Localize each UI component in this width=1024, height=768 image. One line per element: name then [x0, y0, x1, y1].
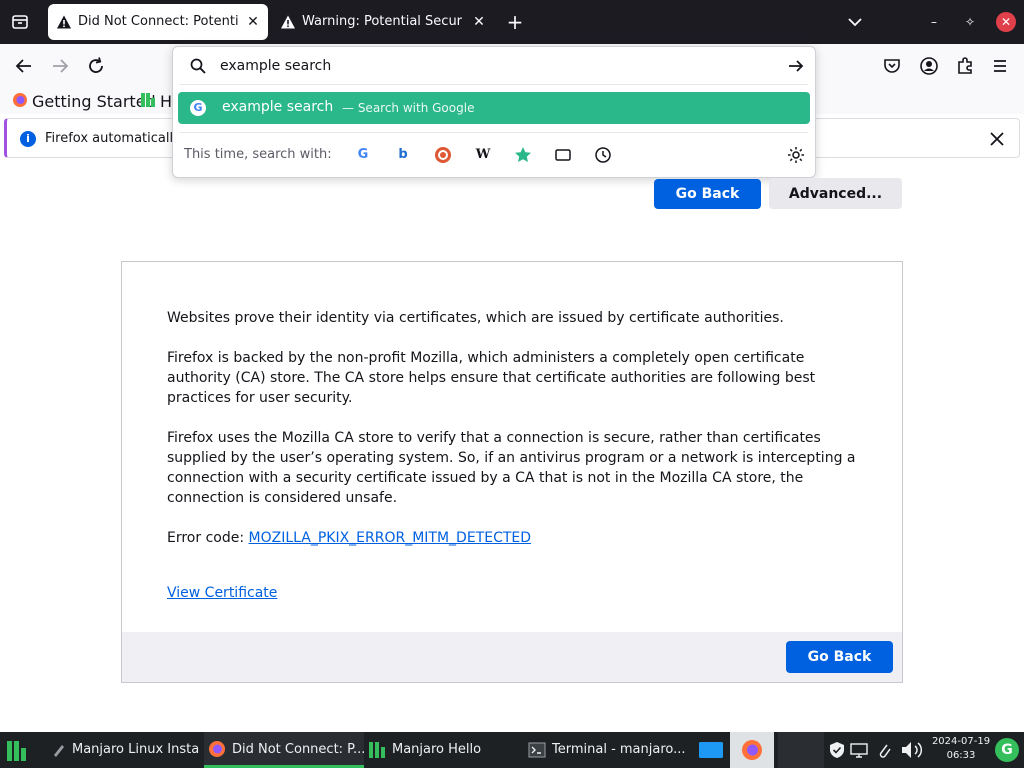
installer-icon	[54, 745, 64, 757]
taskbar-item-label: Manjaro Linux Insta...	[72, 742, 200, 757]
clock-date: 2024-07-19	[931, 736, 991, 747]
taskbar-item-installer[interactable]: Manjaro Linux Insta...	[50, 732, 200, 768]
divider	[180, 84, 808, 85]
go-arrow-icon[interactable]	[786, 56, 806, 76]
suggestion-text: example search	[222, 99, 334, 115]
manjaro-icon	[141, 93, 155, 107]
desktop-icon[interactable]	[698, 738, 724, 762]
restore-button[interactable]: ✧	[960, 12, 980, 32]
forward-arrow-icon[interactable]	[48, 54, 72, 78]
bookmark-hello[interactable]: He	[160, 92, 172, 112]
error-code-label: Error code:	[167, 530, 249, 546]
pager-firefox[interactable]	[730, 732, 774, 768]
close-window-button[interactable]: ✕	[996, 12, 1016, 32]
volume-icon[interactable]	[900, 740, 926, 760]
menu-icon[interactable]	[988, 54, 1012, 78]
account-icon[interactable]	[917, 54, 941, 78]
advanced-paragraph-3: Firefox uses the Mozilla CA store to ver…	[167, 430, 856, 506]
minimize-button[interactable]: –	[924, 12, 944, 32]
clock-time: 06:33	[946, 750, 976, 761]
warning-icon	[281, 15, 295, 29]
extensions-icon[interactable]	[953, 54, 977, 78]
clock[interactable]: 2024-07-19 06:33	[930, 735, 992, 763]
taskbar-item-label: Did Not Connect: P...	[232, 742, 364, 757]
google-icon[interactable]: G	[353, 145, 373, 165]
gear-icon[interactable]	[786, 145, 806, 165]
new-tab-button[interactable]: +	[504, 10, 526, 34]
bing-icon[interactable]: b	[393, 145, 413, 165]
pager-desktop-2[interactable]	[778, 732, 824, 768]
tab-list-icon[interactable]	[8, 10, 32, 34]
tab-close-icon[interactable]: ✕	[246, 4, 260, 40]
back-arrow-icon[interactable]	[12, 54, 36, 78]
view-certificate-link[interactable]: View Certificate	[167, 585, 277, 601]
warning-icon	[57, 15, 71, 29]
one-off-label: This time, search with:	[184, 147, 332, 162]
suggestion-action: — Search with Google	[342, 101, 475, 115]
search-icon	[190, 58, 206, 74]
tab-title: Warning: Potential Security Risk Ahead	[302, 14, 462, 29]
taskbar-item-firefox[interactable]: Did Not Connect: P...	[204, 732, 364, 768]
update-notifier-icon[interactable]: G	[995, 738, 1019, 762]
view-certificate-line: View Certificate	[167, 583, 867, 603]
error-code-link[interactable]: MOZILLA_PKIX_ERROR_MITM_DETECTED	[249, 530, 532, 546]
chevron-down-icon[interactable]	[845, 12, 865, 32]
taskbar-item-terminal[interactable]: Terminal - manjaro...	[526, 732, 686, 768]
go-back-button[interactable]: Go Back	[654, 179, 761, 209]
info-icon: i	[20, 131, 36, 147]
advanced-paragraph-2: Firefox is backed by the non-profit Mozi…	[167, 350, 816, 406]
tab-warning[interactable]: Warning: Potential Security Risk Ahead ✕	[272, 4, 494, 40]
tab-title: Did Not Connect: Potential Security Issu…	[78, 14, 238, 29]
urlbar-input[interactable]	[220, 55, 760, 77]
reload-icon[interactable]	[84, 54, 108, 78]
tabs-icon[interactable]	[553, 145, 573, 165]
close-icon[interactable]	[988, 130, 1006, 148]
bookmarks-icon[interactable]	[513, 145, 533, 165]
taskbar-item-label: Terminal - manjaro...	[552, 742, 686, 757]
tab-close-icon[interactable]: ✕	[472, 4, 486, 40]
duckduckgo-icon[interactable]	[433, 145, 453, 165]
google-icon: G	[190, 100, 206, 116]
clipboard-icon[interactable]	[875, 741, 893, 759]
bookmark-getting-started[interactable]: Getting Started	[32, 92, 156, 112]
taskbar-item-manjaro-hello[interactable]: Manjaro Hello	[366, 732, 516, 768]
tab-did-not-connect[interactable]: Did Not Connect: Potential Security Issu…	[48, 4, 268, 40]
advanced-footer	[122, 632, 902, 682]
manjaro-menu-icon[interactable]	[6, 740, 28, 762]
advanced-paragraph-1: Websites prove their identity via certif…	[167, 310, 784, 326]
firefox-icon	[13, 93, 27, 107]
firefox-icon	[742, 740, 762, 760]
history-icon[interactable]	[593, 145, 613, 165]
network-icon[interactable]	[850, 741, 868, 759]
pocket-icon[interactable]	[880, 54, 904, 78]
go-back-button-footer[interactable]: Go Back	[786, 641, 893, 673]
firefox-icon	[209, 741, 225, 757]
wikipedia-icon[interactable]: W	[473, 145, 493, 165]
taskbar-item-label: Manjaro Hello	[392, 742, 482, 757]
divider	[180, 132, 808, 133]
terminal-icon	[528, 742, 546, 758]
shield-icon[interactable]	[828, 741, 846, 759]
error-code-line: Error code: MOZILLA_PKIX_ERROR_MITM_DETE…	[167, 528, 867, 548]
manjaro-icon	[369, 742, 385, 758]
advanced-button[interactable]: Advanced...	[769, 178, 902, 209]
notification-text: Firefox automatically	[45, 131, 181, 146]
